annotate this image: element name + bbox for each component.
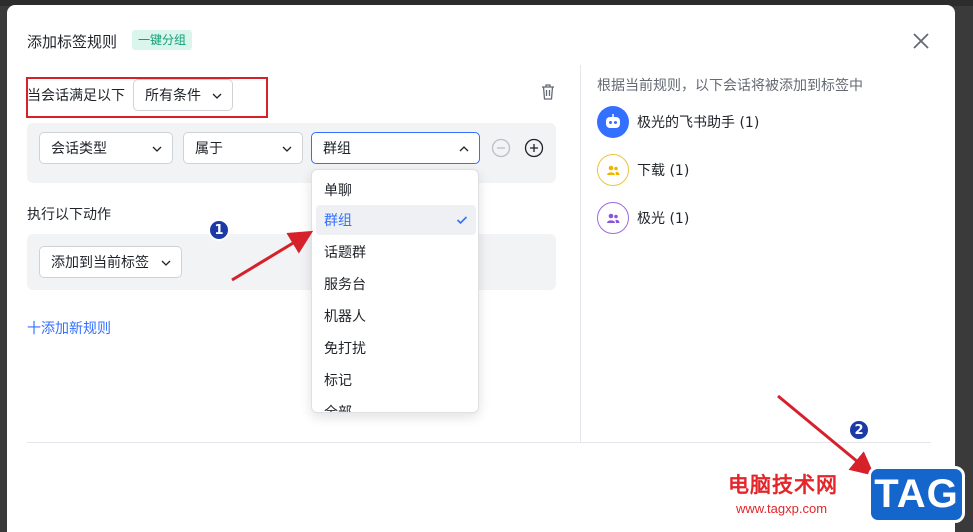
step-1-marker: 1 xyxy=(208,219,230,241)
watermark-tag-logo: TAG xyxy=(868,466,965,523)
annotation-arrows xyxy=(231,230,875,476)
watermark-site-name: 电脑技术网 xyxy=(728,473,838,497)
watermark-url: www.tagxp.com xyxy=(736,501,828,516)
annotation-arrow-1 xyxy=(231,230,314,282)
step-2-marker: 2 xyxy=(848,419,870,441)
